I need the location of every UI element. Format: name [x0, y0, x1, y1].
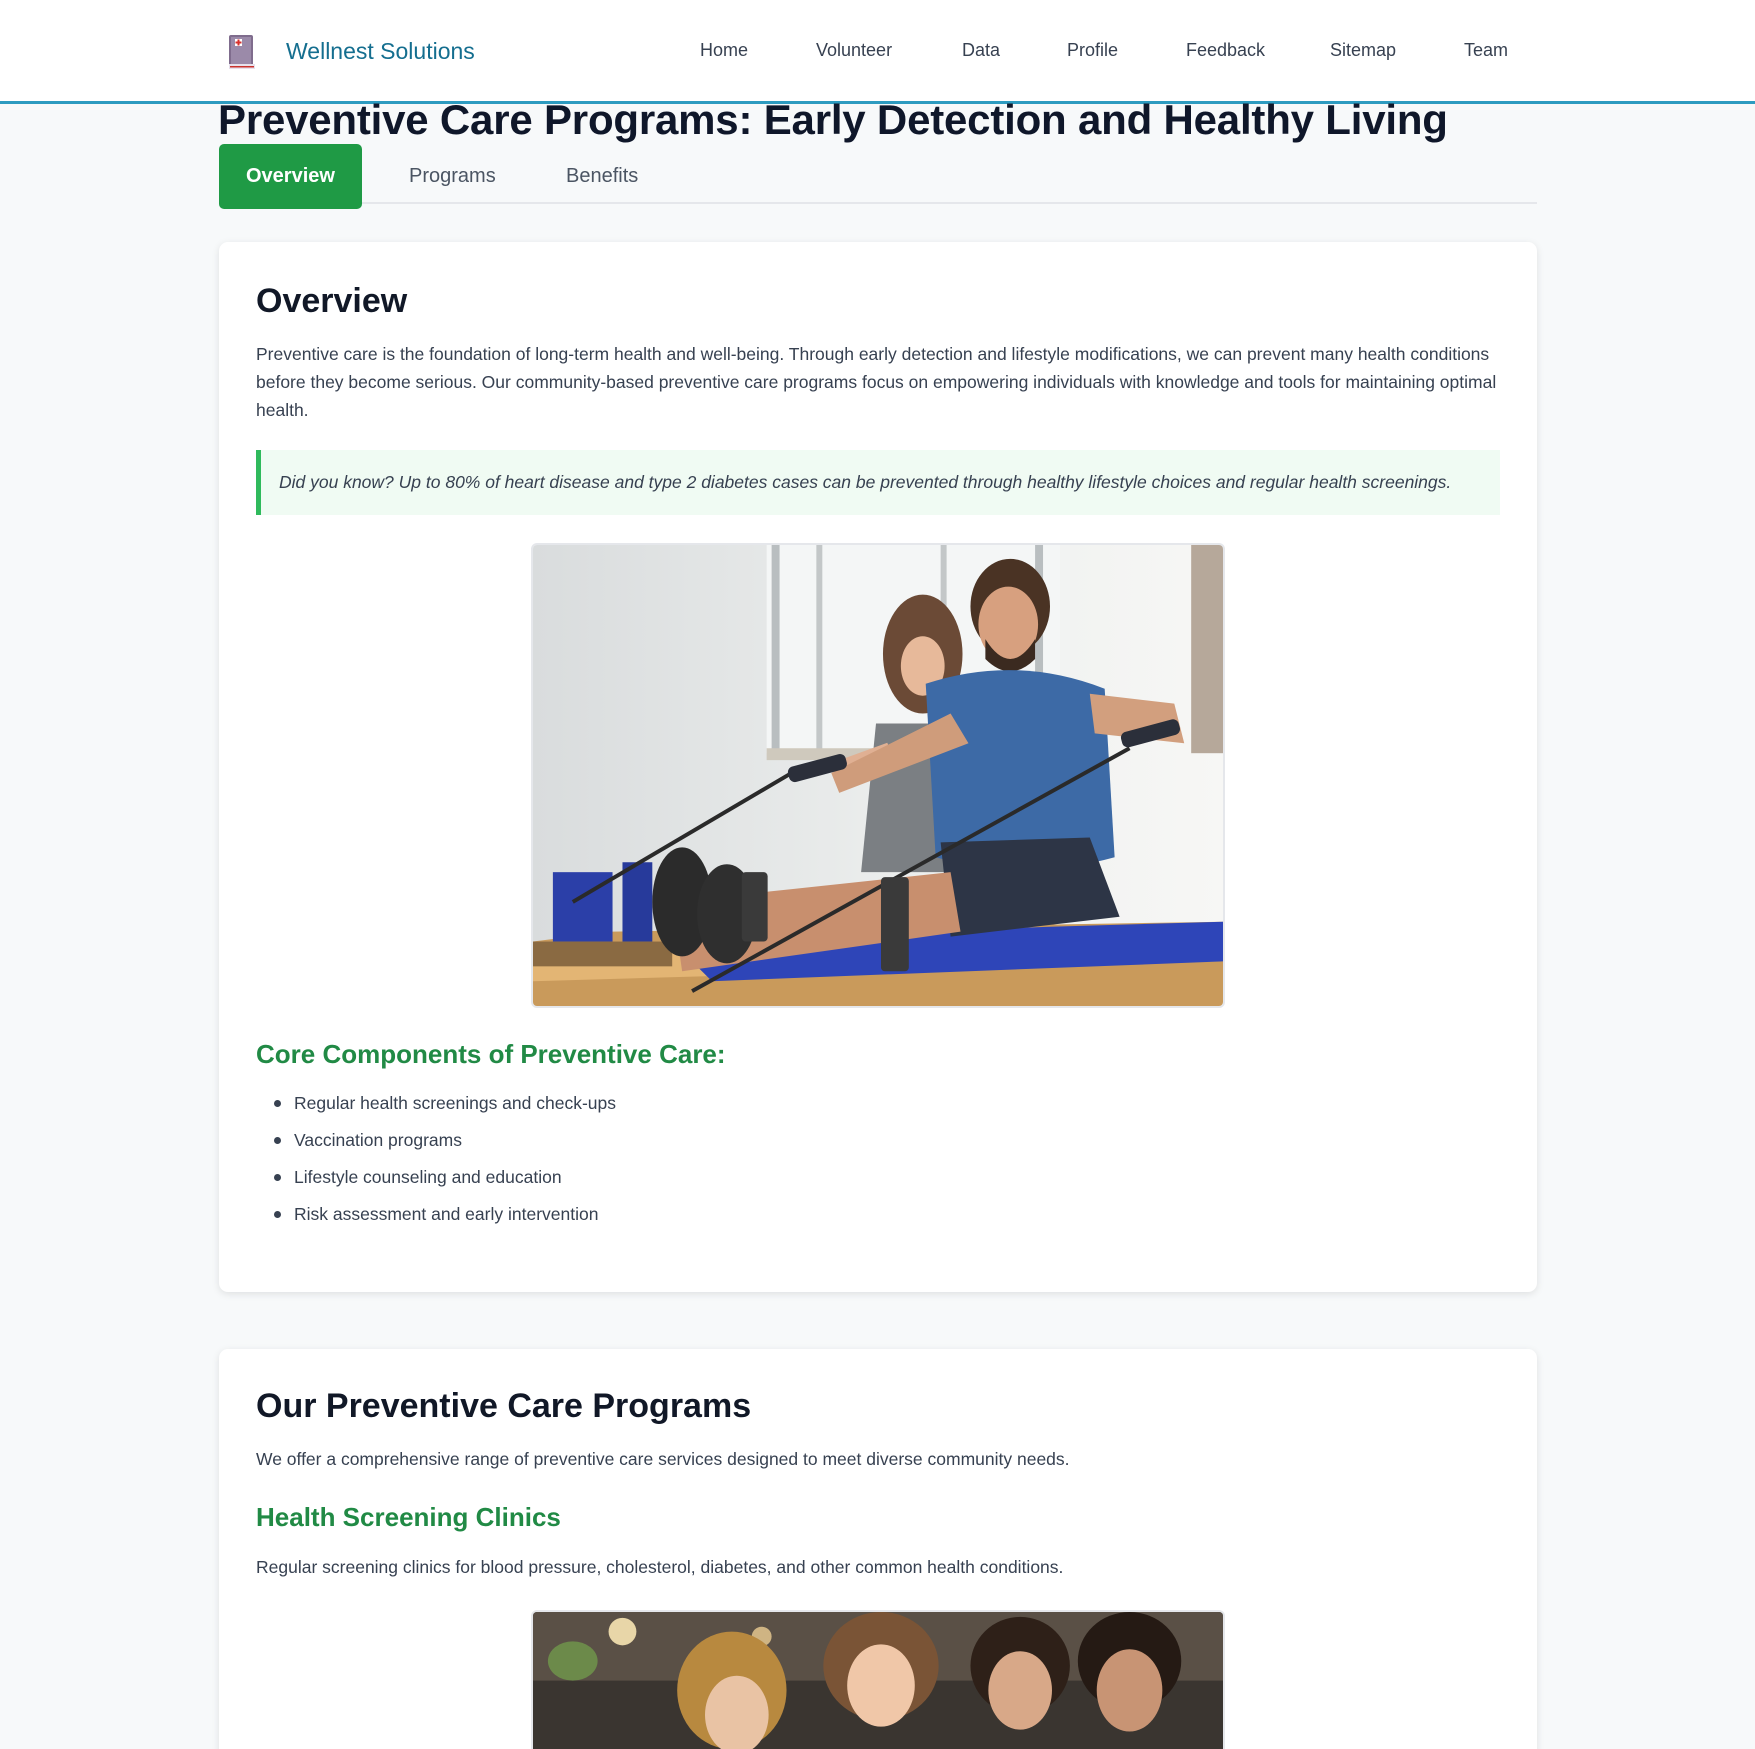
overview-heading: Overview — [256, 282, 408, 320]
tab-overview[interactable]: Overview — [219, 144, 362, 209]
fact-callout: Did you know? Up to 80% of heart disease… — [256, 450, 1500, 515]
nav-feedback[interactable]: Feedback — [1186, 40, 1265, 61]
nav-team[interactable]: Team — [1464, 40, 1508, 61]
overview-card: Overview Preventive care is the foundati… — [219, 242, 1537, 1292]
brand[interactable]: Wellnest Solutions — [226, 30, 475, 72]
pilates-training-photo — [531, 543, 1225, 1008]
components-heading: Core Components of Preventive Care: — [256, 1039, 726, 1069]
tab-bar: Overview Programs Benefits — [219, 144, 1537, 209]
page-title: Preventive Care Programs: Early Detectio… — [218, 96, 1448, 143]
nav-home[interactable]: Home — [700, 40, 748, 61]
components-list: Regular health screenings and check-ups … — [274, 1089, 616, 1237]
overview-intro: Preventive care is the foundation of lon… — [256, 344, 1497, 420]
screening-clinic-photo — [531, 1610, 1225, 1749]
nav-volunteer[interactable]: Volunteer — [816, 40, 892, 61]
nav-data[interactable]: Data — [962, 40, 1000, 61]
nav-profile[interactable]: Profile — [1067, 40, 1118, 61]
nav-sitemap[interactable]: Sitemap — [1330, 40, 1396, 61]
list-item: Lifestyle counseling and education — [274, 1163, 616, 1200]
list-item: Vaccination programs — [274, 1126, 616, 1163]
programs-intro: We offer a comprehensive range of preven… — [256, 1449, 1070, 1469]
programs-card: Our Preventive Care Programs We offer a … — [219, 1349, 1537, 1749]
tab-benefits[interactable]: Benefits — [539, 144, 665, 209]
brand-name[interactable]: Wellnest Solutions — [286, 38, 475, 65]
screening-text: Regular screening clinics for blood pres… — [256, 1557, 1064, 1577]
programs-heading: Our Preventive Care Programs — [256, 1387, 752, 1425]
tab-programs[interactable]: Programs — [382, 144, 523, 209]
list-item: Risk assessment and early intervention — [274, 1200, 616, 1237]
fact-callout-text: Did you know? Up to 80% of heart disease… — [279, 472, 1452, 492]
list-item: Regular health screenings and check-ups — [274, 1089, 616, 1126]
site-header: Wellnest Solutions Home Volunteer Data P… — [0, 0, 1755, 104]
screening-heading: Health Screening Clinics — [256, 1502, 561, 1532]
medical-book-icon — [229, 35, 255, 69]
